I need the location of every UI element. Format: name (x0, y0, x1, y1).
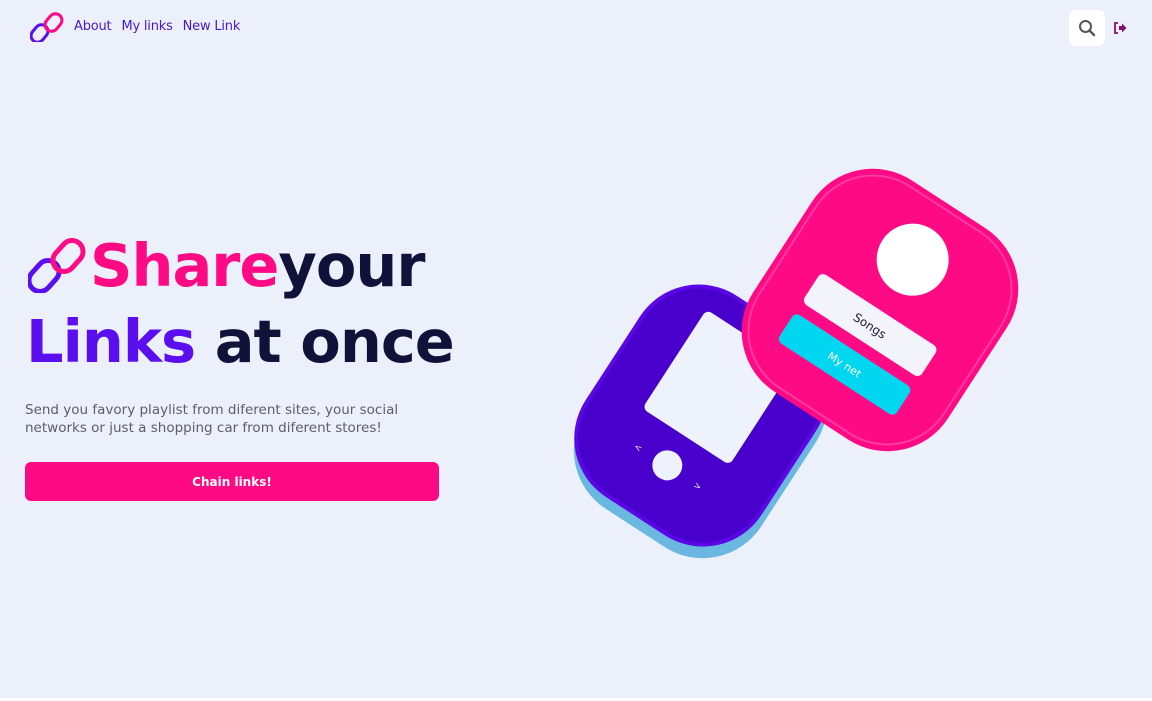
search-icon (1079, 20, 1096, 37)
hero-headline: Shareyour Links at once (26, 228, 476, 380)
headline-your: your (278, 231, 425, 300)
nav-link-my-links[interactable]: My links (121, 19, 172, 34)
headline-links: Links (26, 307, 196, 376)
logout-icon (1114, 22, 1127, 34)
hero-illustration: < > Songs My net (560, 150, 1030, 600)
hero-subtitle: Send you favory playlist from diferent s… (25, 402, 399, 436)
headline-share: Share (90, 231, 279, 300)
headline-at-once: at once (195, 307, 455, 376)
logout-button[interactable] (1112, 20, 1128, 36)
chain-link-icon[interactable] (29, 12, 64, 44)
nav-link-about[interactable]: About (74, 19, 112, 34)
chain-links-button[interactable]: Chain links! (25, 462, 439, 501)
nav-links: About My links New Link (74, 19, 240, 34)
search-button[interactable] (1069, 10, 1105, 46)
navbar: About My links New Link (0, 0, 1152, 56)
nav-link-new-link[interactable]: New Link (183, 19, 241, 34)
